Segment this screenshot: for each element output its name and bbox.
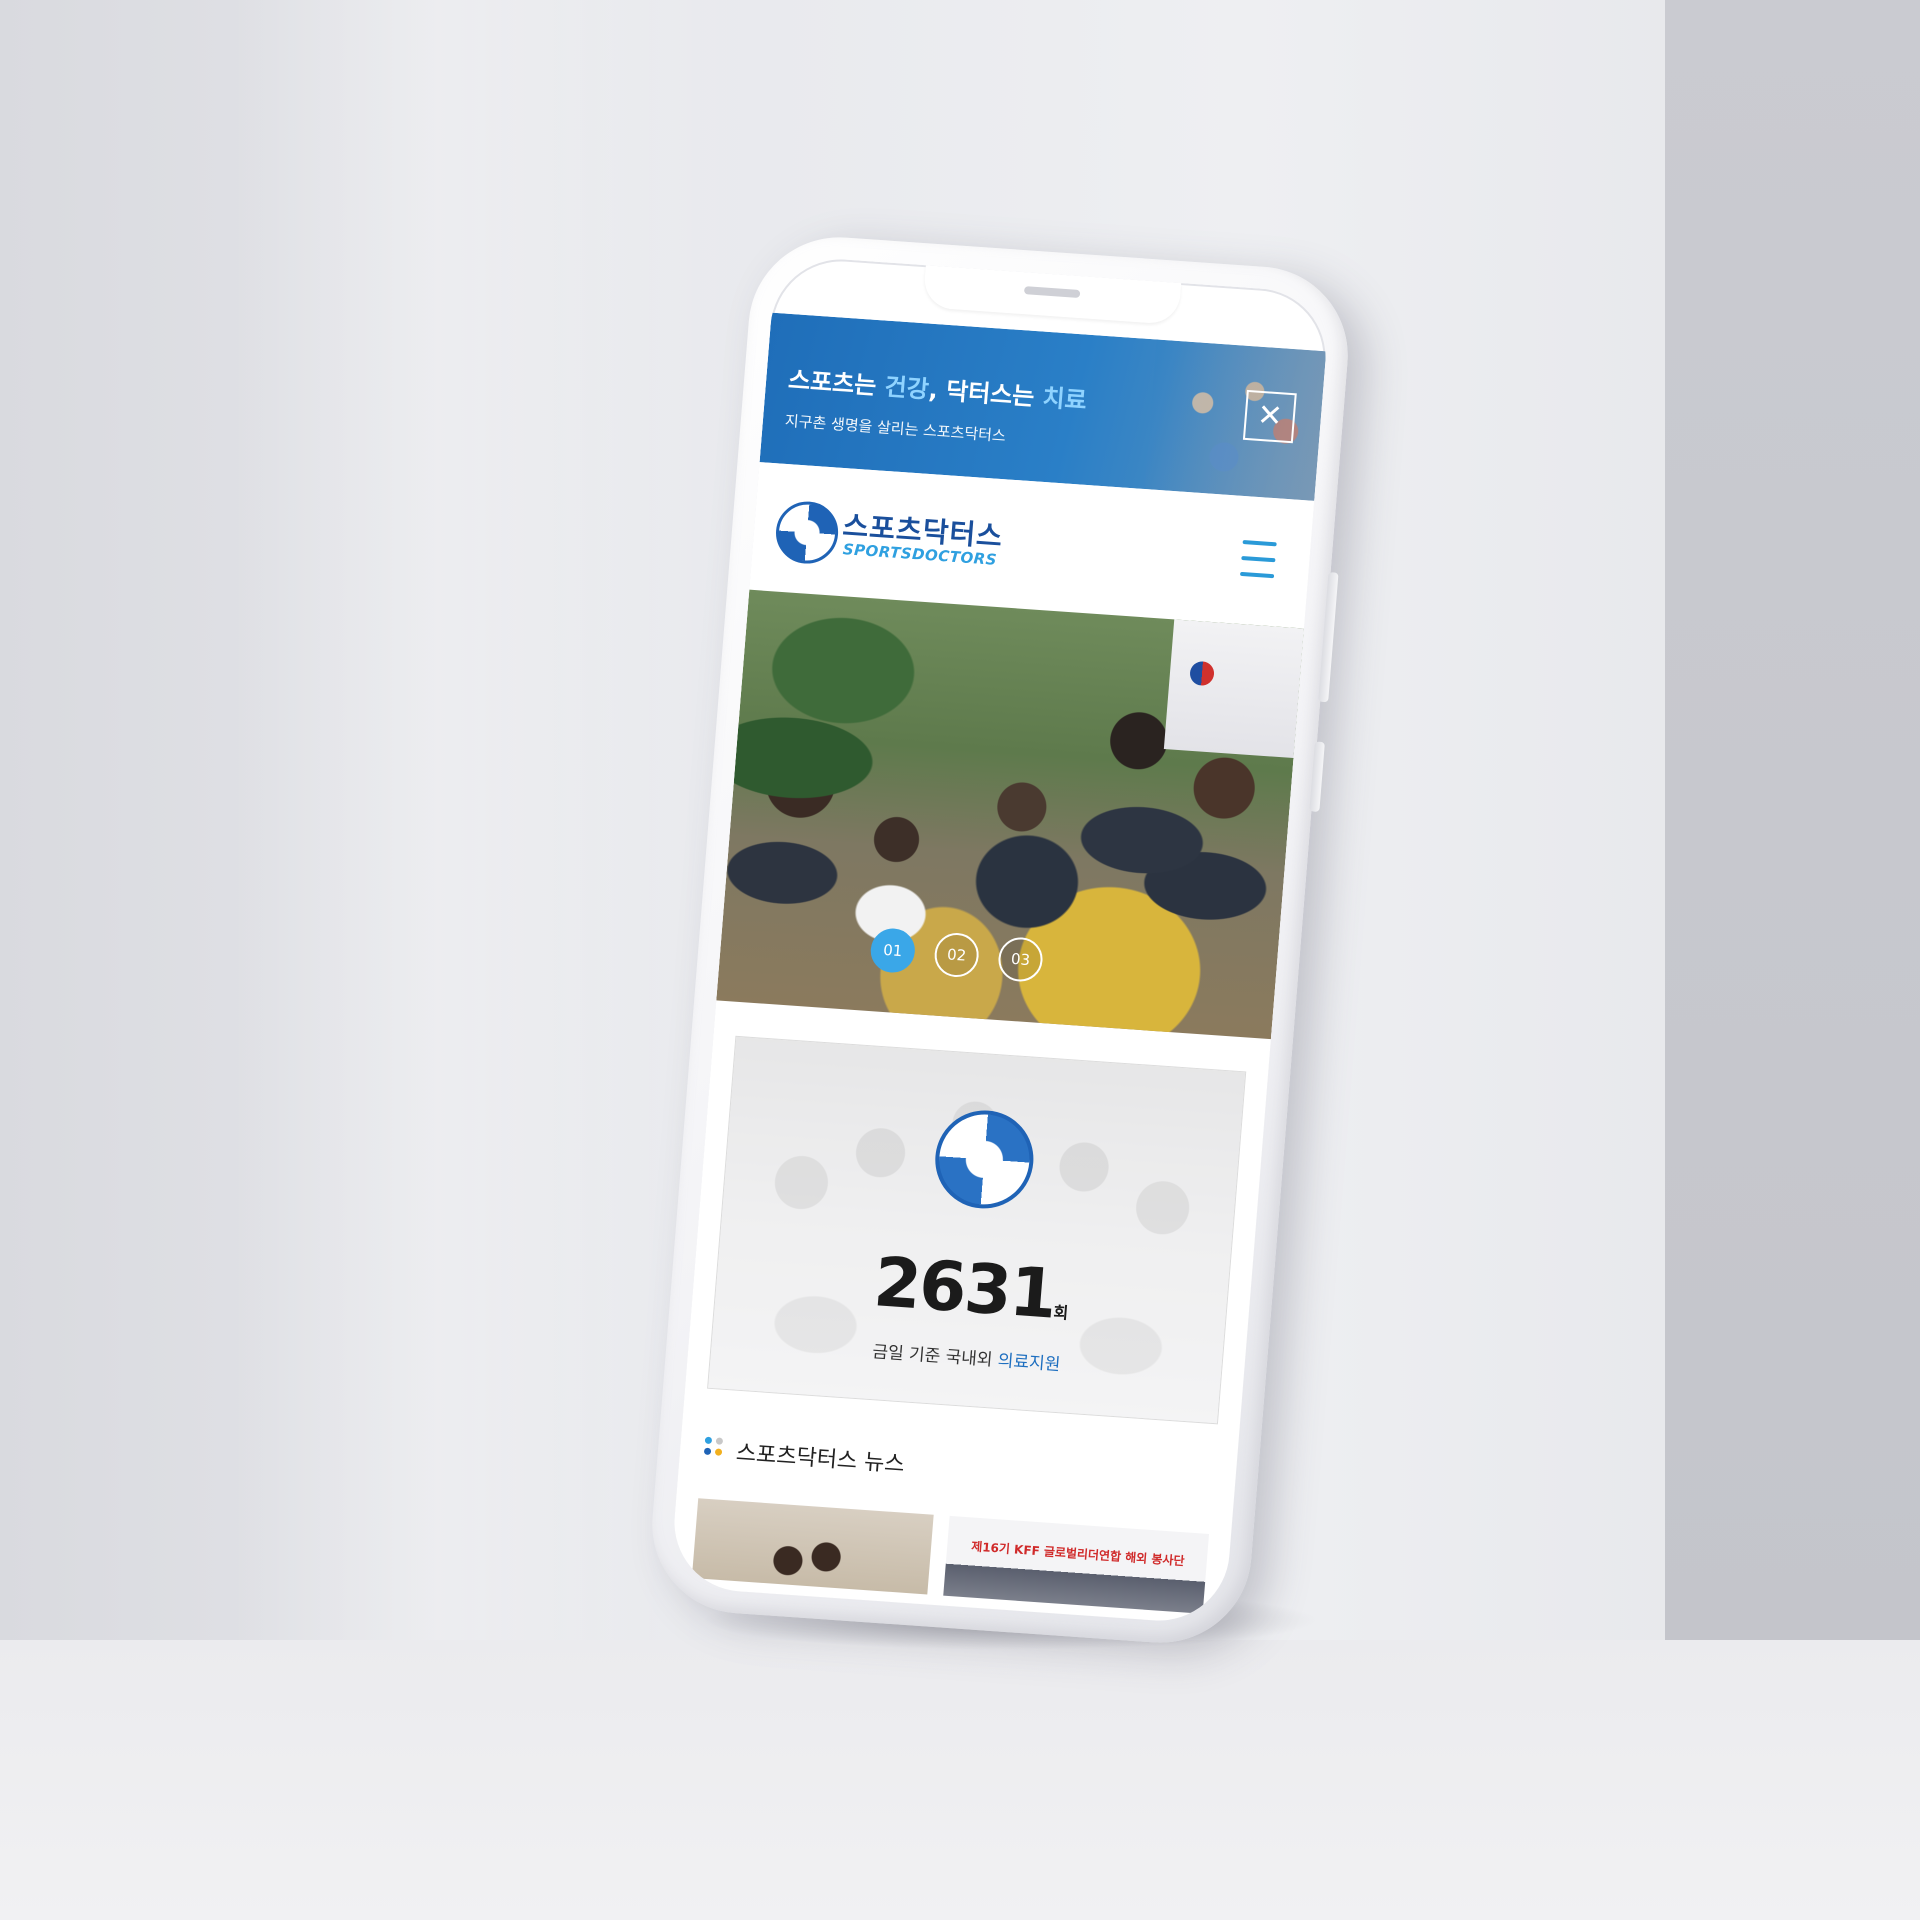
sportsdoctors-emblem-icon: [931, 1107, 1038, 1212]
news-thumbnail-banner: 제16기 KFF 글로벌리더연합 해외 봉사단: [970, 1539, 1185, 1569]
phone-body: 스포츠는 건강, 닥터스는 치료 지구촌 생명을 살리는 스포츠닥터스 ✕ 스포…: [645, 231, 1355, 1649]
banner-title: 스포츠는 건강, 닥터스는 치료: [787, 365, 1088, 415]
volume-button: [1318, 572, 1339, 703]
mockup-scene: 스포츠는 건강, 닥터스는 치료 지구촌 생명을 살리는 스포츠닥터스 ✕ 스포…: [0, 0, 1920, 1920]
web-page: 스포츠는 건강, 닥터스는 치료 지구촌 생명을 살리는 스포츠닥터스 ✕ 스포…: [669, 312, 1327, 1626]
logo-emblem-icon[interactable]: [773, 499, 841, 566]
support-count-unit: 회: [1052, 1302, 1070, 1323]
close-icon: ✕: [1255, 397, 1284, 435]
hamburger-line: [1239, 571, 1275, 579]
phone: 스포츠는 건강, 닥터스는 치료 지구촌 생명을 살리는 스포츠닥터스 ✕ 스포…: [645, 231, 1355, 1649]
speaker-grille: [1023, 286, 1081, 299]
slider-page-02[interactable]: 02: [932, 931, 981, 979]
hamburger-line: [1241, 555, 1276, 563]
side-button: [1309, 741, 1325, 812]
slider-pagination: 01 02 03: [869, 927, 1045, 983]
banner-photo: [1144, 339, 1327, 501]
slider-page-03[interactable]: 03: [996, 936, 1045, 983]
support-caption-highlight: 의료지원: [997, 1350, 1062, 1376]
banner-title-highlight: 건강: [883, 372, 930, 404]
news-section-title: 스포츠닥터스 뉴스: [734, 1440, 906, 1478]
close-banner-button[interactable]: ✕: [1242, 389, 1297, 444]
support-stats-panel: 2631회 금일 기준 국내외 의료지원: [707, 1035, 1247, 1425]
notch: [922, 265, 1182, 325]
banner-subtitle: 지구촌 생명을 살리는 스포츠닥터스: [784, 411, 1007, 446]
hero-slider[interactable]: 01 02 03: [716, 589, 1304, 1040]
news-thumbnail[interactable]: [691, 1498, 934, 1595]
floor: [0, 1640, 1920, 1920]
banner-title-highlight: 치료: [1041, 383, 1088, 415]
support-count: 2631회: [870, 1243, 1070, 1335]
slider-page-01[interactable]: 01: [869, 927, 917, 975]
hamburger-icon[interactable]: [1239, 539, 1277, 579]
wall-right: [1665, 0, 1920, 1645]
section-bullet-icon: [703, 1436, 727, 1460]
hamburger-line: [1242, 539, 1277, 547]
news-thumbnail[interactable]: 제16기 KFF 글로벌리더연합 해외 봉사단: [943, 1515, 1210, 1614]
phone-screen: 스포츠는 건강, 닥터스는 치료 지구촌 생명을 살리는 스포츠닥터스 ✕ 스포…: [669, 254, 1331, 1626]
slide-photo-banner: [1163, 619, 1304, 759]
